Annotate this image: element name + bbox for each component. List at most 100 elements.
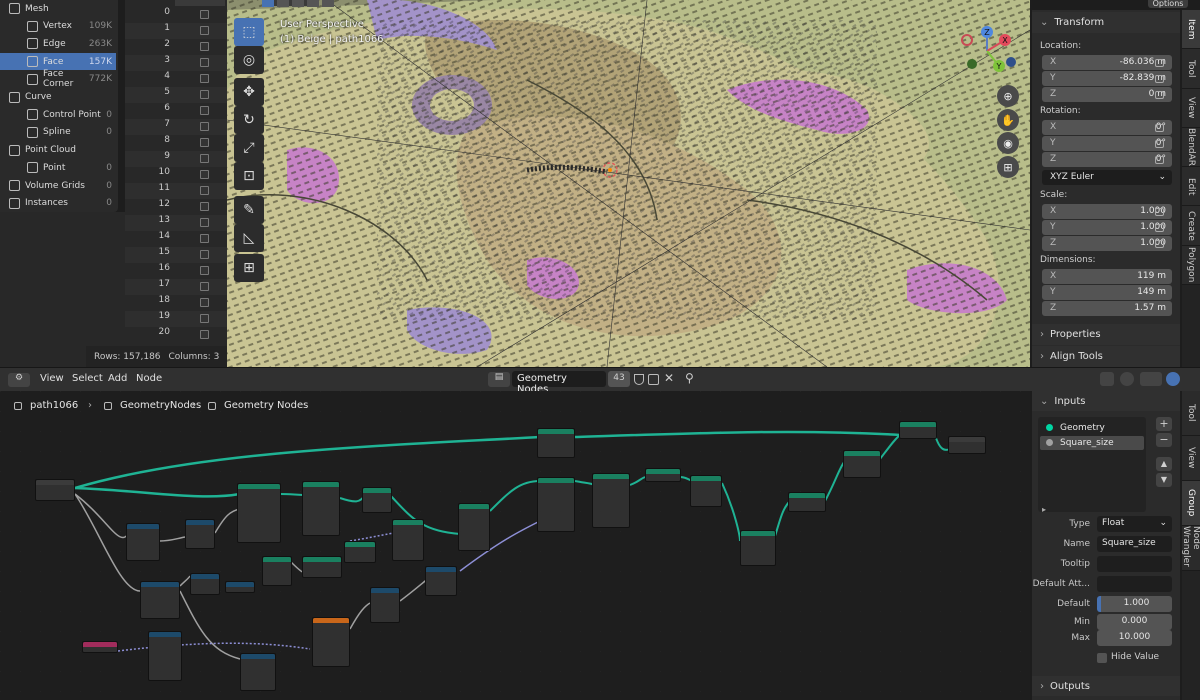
extrude-mesh-node[interactable] <box>690 475 722 507</box>
menu-node[interactable]: Node <box>136 373 162 384</box>
users-count[interactable]: 43 <box>608 371 630 387</box>
row-checkbox[interactable] <box>200 122 209 131</box>
table-row[interactable]: 8 <box>125 135 227 151</box>
lock-icon[interactable] <box>1155 240 1164 248</box>
attribute-statistic-node[interactable] <box>262 556 292 586</box>
transform-node[interactable] <box>302 481 340 536</box>
rotation-y-field[interactable]: Y 0° <box>1042 136 1172 151</box>
move-icon[interactable]: ✥ <box>234 78 264 106</box>
table-row[interactable]: 19 <box>125 311 227 327</box>
tree-item-point[interactable]: Point 0 <box>0 159 116 176</box>
row-checkbox[interactable] <box>200 138 209 147</box>
group-socket-item[interactable]: Square_size <box>1040 436 1144 450</box>
tab-blendar[interactable]: BlendAR <box>1182 127 1200 168</box>
table-row[interactable]: 5 <box>125 87 227 103</box>
row-checkbox[interactable] <box>200 106 209 115</box>
table-row[interactable]: 0 <box>125 7 227 23</box>
snap-icon[interactable] <box>1100 372 1114 386</box>
properties-panel-header[interactable]: › Properties <box>1032 324 1180 345</box>
table-row[interactable]: 15 <box>125 247 227 263</box>
select-mode-icon[interactable] <box>262 0 274 7</box>
table-row[interactable]: 14 <box>125 231 227 247</box>
breadcrumb-item[interactable]: GeometryNodes <box>120 400 201 411</box>
tree-item-spline[interactable]: Spline 0 <box>0 124 116 141</box>
align-tools-panel-header[interactable]: › Align Tools <box>1032 346 1180 367</box>
tooltip-field[interactable] <box>1097 556 1172 572</box>
options-button[interactable]: Options <box>1148 0 1188 8</box>
scale-elements-node[interactable] <box>458 503 490 551</box>
table-row[interactable]: 3 <box>125 55 227 71</box>
distribute-points-node[interactable] <box>237 483 281 543</box>
location-y-field[interactable]: Y -82.839 m <box>1042 71 1172 86</box>
location-z-field[interactable]: Z0 m <box>1042 87 1172 102</box>
rotation-x-field[interactable]: X 0° <box>1042 120 1172 135</box>
outputs-panel-header[interactable]: › Outputs <box>1032 676 1180 696</box>
scale-z-field[interactable]: Z 1.000 <box>1042 236 1172 251</box>
subtract-mode-icon[interactable] <box>292 0 304 7</box>
menu-add[interactable]: Add <box>108 373 127 384</box>
table-row[interactable]: 16 <box>125 263 227 279</box>
math-node-2[interactable] <box>148 631 182 681</box>
row-checkbox[interactable] <box>200 10 209 19</box>
min-value-field[interactable]: 0.000 <box>1097 614 1172 630</box>
tab-view[interactable]: View <box>1182 436 1200 481</box>
tree-item-mesh[interactable]: Mesh <box>0 0 116 17</box>
transform-icon[interactable]: ⊡ <box>234 162 264 190</box>
row-checkbox[interactable] <box>200 90 209 99</box>
tab-item[interactable]: Item <box>1182 10 1200 50</box>
table-row[interactable]: 7 <box>125 119 227 135</box>
math-node-3[interactable] <box>370 587 400 623</box>
move-up-button[interactable]: ▲ <box>1156 457 1172 471</box>
editor-type-icon[interactable]: ⚙ <box>8 373 30 387</box>
gizmo-neg-y[interactable] <box>967 59 977 69</box>
pin-icon[interactable]: ⚲ <box>685 371 694 385</box>
row-checkbox[interactable] <box>200 266 209 275</box>
default-attribute-field[interactable] <box>1097 576 1172 592</box>
tab-create[interactable]: Create <box>1182 206 1200 246</box>
delete-geometry-node[interactable] <box>592 473 630 528</box>
row-checkbox[interactable] <box>200 202 209 211</box>
realize-instances-node[interactable] <box>344 541 376 563</box>
group-output-node[interactable] <box>948 436 986 454</box>
menu-select[interactable]: Select <box>72 373 103 384</box>
instance-on-points-node[interactable] <box>392 519 424 561</box>
table-row[interactable]: 20 <box>125 327 227 343</box>
lock-icon[interactable] <box>1155 156 1164 164</box>
tree-item-point-cloud[interactable]: Point Cloud <box>0 142 116 159</box>
row-checkbox[interactable] <box>200 58 209 67</box>
set-id-node[interactable] <box>225 581 255 593</box>
join-geometry-node-2[interactable] <box>899 421 937 439</box>
hand-pan-icon[interactable]: ✋ <box>997 109 1019 131</box>
location-x-field[interactable]: X -86.036 m <box>1042 55 1172 70</box>
scale-y-field[interactable]: Y 1.000 <box>1042 220 1172 235</box>
tree-item-curve[interactable]: Curve <box>0 89 116 106</box>
lock-icon[interactable] <box>1155 208 1164 216</box>
row-checkbox[interactable] <box>200 42 209 51</box>
dimensions-y-field[interactable]: Y 149 m <box>1042 285 1172 300</box>
table-row[interactable]: 12 <box>125 199 227 215</box>
rotation-z-field[interactable]: Z 0° <box>1042 152 1172 167</box>
separate-geometry-node[interactable] <box>537 477 575 532</box>
extend-mode-icon[interactable] <box>277 0 289 7</box>
lock-icon[interactable] <box>1155 224 1164 232</box>
merge-by-distance-node[interactable] <box>645 468 681 482</box>
join-geometry-node[interactable] <box>537 428 575 458</box>
hide-value-checkbox[interactable] <box>1097 653 1107 663</box>
add-socket-button[interactable]: + <box>1156 417 1172 431</box>
row-checkbox[interactable] <box>200 282 209 291</box>
tab-tool[interactable]: Tool <box>1182 49 1200 89</box>
mix-node[interactable] <box>312 617 350 667</box>
overlay-icon[interactable] <box>1120 372 1134 386</box>
zoom-icon[interactable]: ⊕ <box>997 85 1019 107</box>
tab-polygon[interactable]: Polygon <box>1182 245 1200 285</box>
duplicate-icon[interactable] <box>648 374 659 385</box>
breadcrumb-item[interactable]: path1066 <box>30 400 78 411</box>
grid-icon[interactable]: ⊞ <box>997 156 1019 178</box>
breadcrumb-item[interactable]: Geometry Nodes <box>224 400 308 411</box>
set-position-node[interactable] <box>302 556 342 578</box>
lock-icon[interactable] <box>1155 140 1164 148</box>
table-row[interactable]: 2 <box>125 39 227 55</box>
gizmo-neg-z[interactable] <box>1006 57 1016 67</box>
combine-xyz-node[interactable] <box>185 519 215 549</box>
dimensions-x-field[interactable]: X 119 m <box>1042 269 1172 284</box>
